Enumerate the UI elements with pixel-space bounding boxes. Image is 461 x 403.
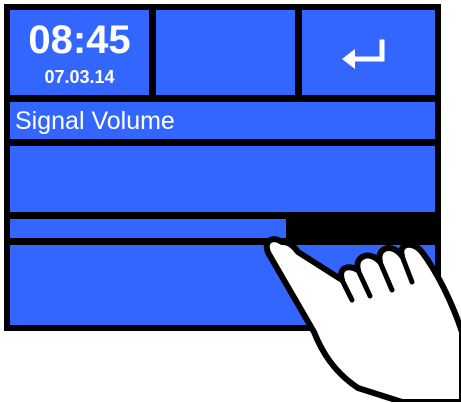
clock-date: 07.03.14 <box>44 67 115 87</box>
page-title: Signal Volume <box>15 107 175 135</box>
clock-tile: 08:45 07.03.14 <box>10 10 149 95</box>
clock-time: 08:45 <box>28 18 131 62</box>
content-area <box>10 146 435 212</box>
enter-return-icon <box>342 39 385 69</box>
page-title-bar: Signal Volume <box>10 102 435 139</box>
enter-button[interactable] <box>302 10 435 95</box>
volume-slider-fill <box>10 219 287 238</box>
empty-tile <box>156 10 295 95</box>
pointing-hand-icon <box>263 236 461 402</box>
